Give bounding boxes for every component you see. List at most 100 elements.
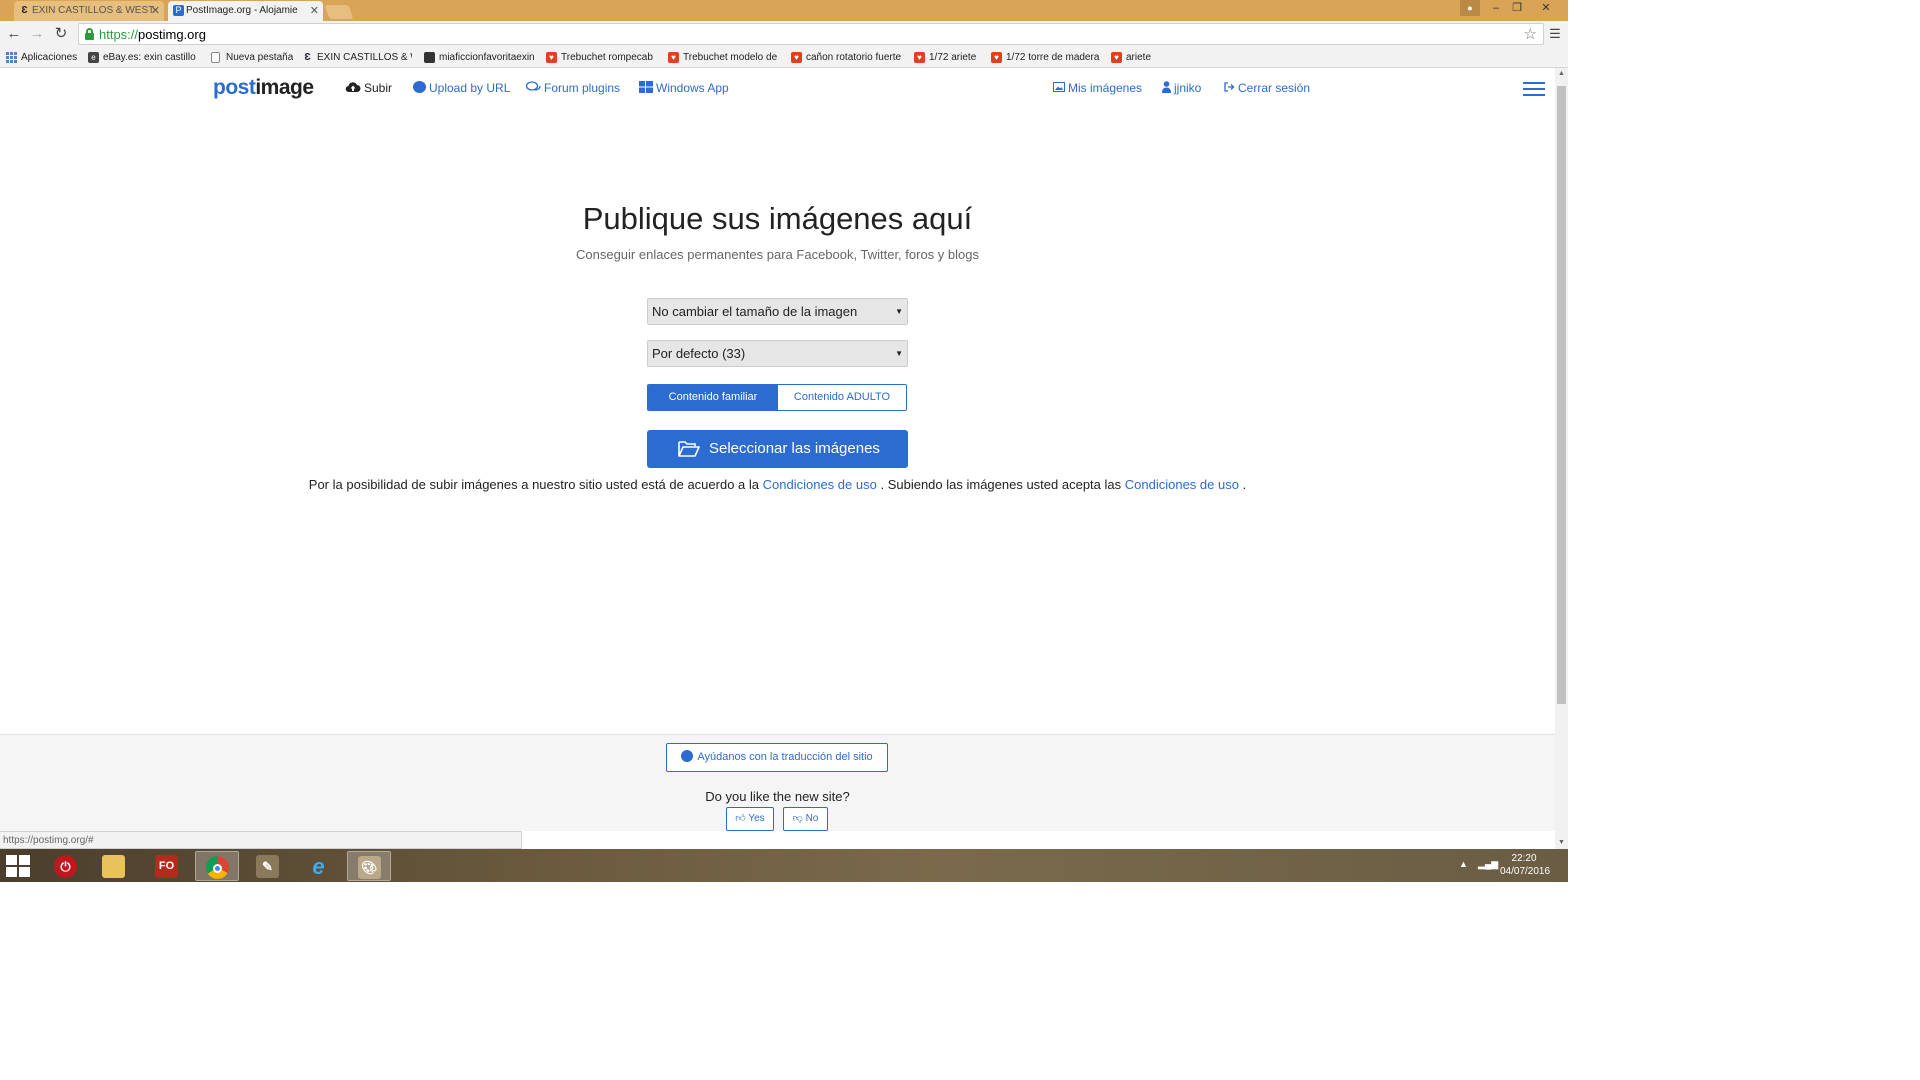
taskbar-app-ie[interactable]: e [297,851,341,881]
clock-time: 22:20 [1511,853,1537,864]
hamburger-menu-icon[interactable] [1523,82,1545,98]
store-icon: ♥ [991,52,1002,63]
scroll-up-arrow-icon[interactable]: ▲ [1555,68,1568,80]
postimage-logo[interactable]: postimage [213,76,314,100]
sign-out-icon [1224,82,1235,92]
lock-icon [85,28,94,40]
exin-icon: Ɛ [304,52,311,63]
family-content-option[interactable]: Contenido familiar [648,385,778,410]
windows-logo-icon [639,81,653,93]
bookmark-canon[interactable]: ♥ cañon rotatorio fuerte [791,50,903,65]
paint-icon: ✎ [256,855,279,878]
taskbar-app-chrome[interactable] [195,851,239,881]
postimage-favicon-icon: P [173,5,184,16]
store-icon: ♥ [546,52,557,63]
internet-explorer-icon: e [312,854,325,879]
address-bar[interactable]: https://postimg.org ☆ [78,23,1544,45]
nav-upload-by-url[interactable]: Upload by URL [413,80,510,96]
thumbs-down-icon: 👎︎ [792,813,803,824]
back-arrow-icon[interactable]: ← [5,25,23,43]
vote-no-button[interactable]: 👎︎ No [783,807,828,831]
new-tab-button[interactable] [324,5,354,19]
apps-grid-icon [6,52,17,63]
tab-postimage[interactable]: P PostImage.org - Alojamie ✕ [168,1,323,21]
gallery-select-value: Por defecto (33) [652,346,746,361]
windows-taskbar: ⏻ FO ✎ e 🎨︎ ▲ ▂▄▆ 22:20 04/07/2016 [0,849,1568,882]
select-images-button[interactable]: Seleccionar las imágenes [647,430,908,468]
page-title: Publique sus imágenes aquí [582,201,973,236]
page-scrollbar[interactable]: ▲ ▼ [1555,68,1568,849]
palette-icon: 🎨︎ [358,856,381,879]
nav-my-images[interactable]: Mis imágenes [1053,80,1142,96]
bookmarks-bar: Aplicaciones e eBay.es: exin castillos N… [0,47,1568,68]
taskbar-app-explorer[interactable] [92,851,136,881]
restore-button[interactable]: ❐ [1509,0,1525,18]
minimize-button[interactable]: – [1488,0,1504,18]
page-icon [211,52,220,63]
bookmark-nueva-pestana[interactable]: Nueva pestaña [211,50,293,65]
vote-yes-button[interactable]: 👍︎ Yes [726,807,774,831]
network-signal-icon[interactable]: ▂▄▆ [1478,859,1498,870]
tray-expand-icon[interactable]: ▲ [1459,859,1468,869]
adult-content-option[interactable]: Contenido ADULTO [778,385,906,410]
clock-date: 04/07/2016 [1500,866,1551,877]
bookmark-aplicaciones[interactable]: Aplicaciones [6,50,80,65]
store-icon: ♥ [914,52,925,63]
tab-close-icon[interactable]: ✕ [151,1,160,21]
chrome-menu-icon[interactable]: ☰ [1548,25,1562,43]
forward-arrow-icon[interactable]: → [28,25,46,43]
address-url[interactable]: https://postimg.org [99,24,206,45]
store-icon: ♥ [668,52,679,63]
chrome-icon [206,856,229,879]
reload-icon[interactable]: ↻ [52,25,70,43]
exin-favicon-icon: Ɛ [21,5,28,16]
bookmark-star-icon[interactable]: ☆ [1524,25,1537,43]
nav-windows-app[interactable]: Windows App [639,80,729,96]
terms-notice: Por la posibilidad de subir imágenes a n… [308,477,1247,492]
nav-forum-plugins[interactable]: Forum plugins [526,80,620,96]
terms-link[interactable]: Condiciones de uso [1125,477,1239,492]
close-window-button[interactable]: ✕ [1531,0,1561,18]
scroll-down-arrow-icon[interactable]: ▼ [1555,837,1568,849]
help-translate-button[interactable]: Ayúdanos con la traducción del sitio [666,743,888,772]
resize-select[interactable]: No cambiar el tamaño de la imagen ▼ [647,298,908,325]
tab-close-icon[interactable]: ✕ [310,1,319,21]
bookmark-ariete[interactable]: ♥ ariete [1111,50,1161,65]
bookmark-torre[interactable]: ♥ 1/72 torre de madera [991,50,1103,65]
bookmark-ariete-172[interactable]: ♥ 1/72 ariete [914,50,984,65]
globe-icon [413,81,426,93]
taskbar-app-paint-2[interactable]: 🎨︎ [347,851,391,881]
bookmark-trebuchet-2[interactable]: ♥ Trebuchet modelo de [668,50,780,65]
windows-start-icon[interactable] [6,855,32,877]
bookmark-miaficcion[interactable]: miaficcionfavoritaexin [424,50,536,65]
tab-exin-castillos[interactable]: Ɛ EXIN CASTILLOS & WEST ✕ [14,1,164,21]
taskbar-app-fo[interactable]: FO [145,851,189,881]
folder-icon [102,855,125,878]
nav-logout[interactable]: Cerrar sesión [1224,80,1310,96]
bookmark-trebuchet-1[interactable]: ♥ Trebuchet rompecab [546,50,658,65]
feedback-question: Do you like the new site? [705,789,850,804]
power-icon: ⏻ [54,855,77,878]
folder-open-icon [678,441,700,457]
nav-user[interactable]: jjniko [1162,80,1201,96]
bookmark-exin[interactable]: Ɛ EXIN CASTILLOS & W [302,50,412,65]
cloud-upload-icon [345,82,361,93]
profile-icon[interactable]: ● [1460,0,1480,16]
taskbar-app-power[interactable]: ⏻ [44,851,88,881]
comments-icon [526,81,541,91]
bookmark-ebay[interactable]: e eBay.es: exin castillos [88,50,196,65]
select-images-label: Seleccionar las imágenes [709,440,880,457]
ebay-icon: e [88,52,99,63]
nav-upload[interactable]: Subir [345,80,392,96]
globe-icon [681,750,694,762]
gallery-select[interactable]: Por defecto (33) ▼ [647,340,908,367]
taskbar-app-paint[interactable]: ✎ [246,851,290,881]
scrollbar-thumb[interactable] [1557,86,1566,704]
browser-tabstrip: Ɛ EXIN CASTILLOS & WEST ✕ P PostImage.or… [0,0,1568,21]
thumbs-up-icon: 👍︎ [735,813,746,824]
blog-icon [424,52,435,63]
browser-toolbar: ← → ↻ https://postimg.org ☆ ☰ [0,21,1568,47]
terms-link[interactable]: Condiciones de uso [763,477,877,492]
taskbar-clock[interactable]: 22:20 04/07/2016 [1500,852,1551,878]
tab-title: PostImage.org - Alojamie [186,5,298,16]
